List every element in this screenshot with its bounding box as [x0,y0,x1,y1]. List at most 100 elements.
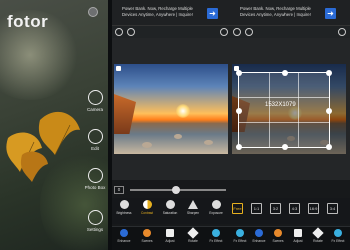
slider-thumb[interactable] [172,186,180,194]
photo-box-icon [87,168,103,183]
nav-label: Enhance [252,239,266,243]
ratio-3-4[interactable]: 3:4 [327,203,338,214]
brightness-tool[interactable]: Brightness [114,200,134,215]
scenes-icon [274,229,282,237]
ratio-4-3[interactable]: 4:3 [289,203,300,214]
nav-rotate[interactable]: Rotate [308,227,328,243]
home-menu: Camera Edit Photo Box Settings [82,85,108,250]
nav-label: Fx Effect [209,239,223,243]
sharpen-tool[interactable]: Sharpen [183,200,203,215]
ratio-3-2[interactable]: 3:2 [270,203,281,214]
nav-label: Scenes [272,239,284,243]
enhance-icon [120,229,128,237]
top-toolbar [230,26,350,38]
crop-handle[interactable] [326,144,332,150]
edit-icon [87,129,103,144]
ad-line-2: Devices Anytime, Anywhere | Inquire! [122,11,193,17]
crop-handle[interactable] [236,144,242,150]
settings-button[interactable]: Settings [82,210,108,232]
nav-scenes[interactable]: Scenes [137,229,157,243]
app-logo: fotor [7,12,49,31]
photo-box-label: Photo Box [84,185,106,190]
nav-label: Fx Effect [233,239,247,243]
photo-box-button[interactable]: Photo Box [82,168,108,190]
nav-label: Fx Effect [331,239,345,243]
camera-label: Camera [86,107,103,112]
bottom-nav: Fx Effect Enhance Scenes Adjust Rotate F… [230,226,350,250]
exposure-tool[interactable]: Exposure [206,200,226,215]
slider-value: 0 [114,186,124,194]
compare-icon[interactable] [116,66,121,71]
nav-adjust[interactable]: Adjust [288,229,308,243]
ratio-16-9[interactable]: 16:9 [308,203,319,214]
saturation-tool[interactable]: Saturation [160,200,180,215]
enhance-icon [255,229,263,237]
contrast-icon [142,200,152,209]
rotate-icon [312,227,324,239]
crop-frame[interactable]: 1532X1079 [236,70,332,150]
nav-label: Scenes [141,239,153,243]
crop-size-label: 1532X1079 [265,102,296,108]
tool-label: Exposure [209,211,223,215]
tool-label: Contrast [140,211,154,215]
camera-button[interactable]: Camera [82,90,108,112]
ad-banner[interactable]: Power Bank. Now, Recharge Multiple Devic… [230,0,350,26]
ratio-1-1[interactable]: 1:1 [251,203,262,214]
avatar[interactable] [88,7,98,17]
crop-handle[interactable] [282,144,288,150]
compare-icon[interactable] [234,66,239,71]
crop-handle[interactable] [236,108,242,114]
adjust-icon [166,229,174,237]
crop-screen: Power Bank. Now, Recharge Multiple Devic… [230,0,350,250]
nav-rotate[interactable]: Rotate [183,227,203,243]
crop-ratio-bar: Free 1:1 3:2 4:3 16:9 3:4 [230,198,350,224]
nav-label: Rotate [188,239,198,243]
ad-banner[interactable]: Power Bank. Now, Recharge Multiple Devic… [112,0,232,26]
crop-handle[interactable] [282,70,288,76]
ad-line-2: Devices Anytime, Anywhere | Inquire! [240,11,311,17]
ad-arrow-button[interactable]: ➜ [325,8,336,19]
tool-label: Sharpen [186,211,200,215]
sharpen-icon [188,200,198,209]
nav-adjust[interactable]: Adjust [160,229,180,243]
save-icon[interactable] [220,28,228,36]
enhance-tools: Brightness Contrast Saturation Sharpen E… [112,198,232,224]
ad-arrow-button[interactable]: ➜ [207,8,218,19]
saturation-icon [165,200,175,209]
nav-fx-effect[interactable]: Fx Effect [230,229,250,243]
ad-text: Power Bank. Now, Recharge Multiple Devic… [122,6,212,17]
scenes-icon [143,229,151,237]
brightness-icon [119,200,129,209]
enhance-screen: Power Bank. Now, Recharge Multiple Devic… [112,0,232,250]
ratio-free[interactable]: Free [232,203,243,214]
tool-label: Saturation [162,211,178,215]
exposure-icon [211,200,221,209]
fx-effect-icon [236,229,244,237]
crop-handle[interactable] [326,108,332,114]
fx-effect-icon [212,229,220,237]
nav-enhance[interactable]: Enhance [114,229,134,243]
rotate-icon [187,227,199,239]
camera-icon [87,90,103,105]
home-icon[interactable] [233,28,241,36]
crop-handle[interactable] [326,70,332,76]
nav-fx-effect-2[interactable]: Fx Effect [328,229,348,243]
adjust-icon [294,229,302,237]
nav-enhance[interactable]: Enhance [249,229,269,243]
undo-icon[interactable] [127,28,135,36]
nav-label: Rotate [313,239,323,243]
undo-icon[interactable] [245,28,253,36]
home-panel: fotor Camera Edit Photo Box Settings [0,0,108,250]
nav-scenes[interactable]: Scenes [268,229,288,243]
contrast-tool[interactable]: Contrast [137,200,157,215]
settings-icon [87,210,103,225]
home-icon[interactable] [115,28,123,36]
nav-fx-effect[interactable]: Fx Effect [206,229,226,243]
edit-label: Edit [91,146,99,151]
photo-preview[interactable] [114,64,228,154]
adjust-slider[interactable]: 0 [112,184,232,196]
photo-stage: 1532X1079 [230,38,350,180]
edit-button[interactable]: Edit [82,129,108,151]
save-icon[interactable] [338,28,346,36]
top-toolbar [112,26,232,38]
